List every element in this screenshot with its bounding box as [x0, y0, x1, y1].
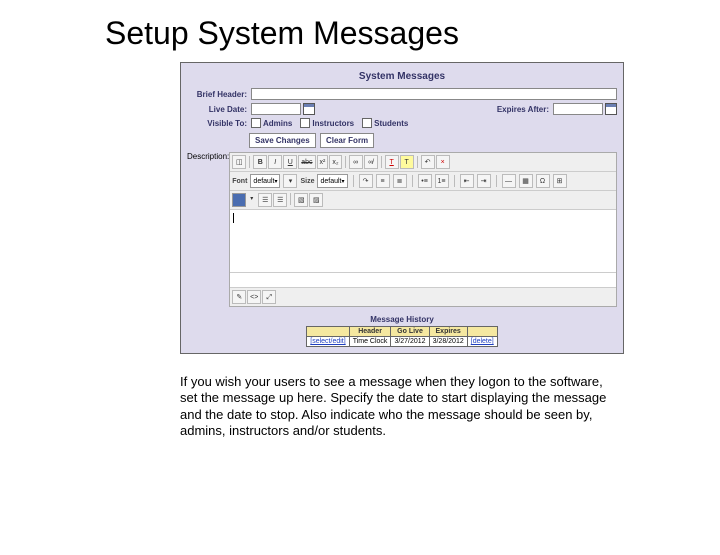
description-label: Description:	[187, 152, 229, 161]
symbol-button[interactable]: Ω	[536, 174, 550, 188]
outdent-button[interactable]: ⇤	[460, 174, 474, 188]
table-header-row: Header Go Live Expires	[307, 327, 497, 337]
calendar-icon[interactable]	[303, 103, 315, 115]
save-changes-button[interactable]: Save Changes	[249, 133, 316, 148]
cell-expires: 3/28/2012	[429, 337, 467, 347]
font-picker-icon[interactable]: ▾	[283, 174, 297, 188]
expand-icon[interactable]: ⤢	[262, 290, 276, 304]
instructors-label: Instructors	[312, 119, 354, 128]
separator	[353, 175, 354, 187]
rich-text-editor: ◫ B I U abc x² x₂ ∞ ∞̸ T T ↶ × Font de	[229, 152, 617, 307]
expires-after-label: Expires After:	[497, 105, 549, 114]
misc-button-1[interactable]: ▧	[294, 193, 308, 207]
visible-to-row: Visible To: Admins Instructors Students	[187, 118, 617, 128]
hr-button[interactable]: —	[502, 174, 516, 188]
undo-button[interactable]: ↶	[421, 155, 435, 169]
separator	[290, 193, 291, 205]
fill-color-button[interactable]: T	[400, 155, 414, 169]
underline-button[interactable]: U	[283, 155, 297, 169]
students-label: Students	[374, 119, 408, 128]
align-left-button[interactable]: ≡	[376, 174, 390, 188]
calendar-icon[interactable]	[605, 103, 617, 115]
separator	[345, 156, 346, 168]
message-history-title: Message History	[187, 315, 617, 324]
preview-icon[interactable]: ✎	[232, 290, 246, 304]
color-swatch[interactable]	[232, 193, 246, 207]
panel-header: System Messages	[187, 71, 617, 82]
strike-button[interactable]: abc	[298, 155, 315, 169]
misc-button-2[interactable]: ▨	[309, 193, 323, 207]
clear-form-button[interactable]: Clear Form	[320, 133, 374, 148]
separator	[412, 175, 413, 187]
col-header: Header	[349, 327, 391, 337]
subscript-button[interactable]: x₂	[329, 155, 341, 169]
col-go-live: Go Live	[391, 327, 429, 337]
image-button[interactable]: ▦	[519, 174, 533, 188]
editor-path-bar[interactable]	[230, 272, 616, 287]
admins-label: Admins	[263, 119, 292, 128]
rte-toolbar-2: Font default ▾ Size default ↷ ≡ ≣ •≡ 1≡ …	[230, 171, 616, 190]
slide-title: Setup System Messages	[105, 15, 720, 52]
rte-toolbar-3: ☰ ☰ ▧ ▨	[230, 190, 616, 209]
source-icon[interactable]: ◫	[232, 155, 246, 169]
message-history-table: Header Go Live Expires [select/edit] Tim…	[306, 326, 497, 347]
separator	[496, 175, 497, 187]
table-row: [select/edit] Time Clock 3/27/2012 3/28/…	[307, 337, 497, 347]
superscript-button[interactable]: x²	[317, 155, 329, 169]
brief-header-label: Brief Header:	[187, 90, 251, 99]
list-style2-button[interactable]: ☰	[273, 193, 287, 207]
bold-button[interactable]: B	[253, 155, 267, 169]
button-row: Save Changes Clear Form	[249, 133, 617, 148]
separator	[249, 156, 250, 168]
rte-toolbar-1: ◫ B I U abc x² x₂ ∞ ∞̸ T T ↶ ×	[230, 153, 616, 171]
delete-link[interactable]: [delete]	[467, 337, 497, 347]
table-button[interactable]: ⊞	[553, 174, 567, 188]
instructors-checkbox[interactable]	[300, 118, 310, 128]
size-select[interactable]: default	[317, 174, 347, 188]
font-select[interactable]: default	[250, 174, 280, 188]
editor-body[interactable]	[230, 209, 616, 272]
admins-checkbox[interactable]	[251, 118, 261, 128]
col-expires: Expires	[429, 327, 467, 337]
students-checkbox[interactable]	[362, 118, 372, 128]
html-icon[interactable]: <>	[247, 290, 261, 304]
live-date-label: Live Date:	[187, 105, 251, 114]
explanation-text: If you wish your users to see a message …	[180, 374, 620, 439]
visible-to-label: Visible To:	[187, 119, 251, 128]
align-center-button[interactable]: ≣	[393, 174, 407, 188]
col-blank	[307, 327, 349, 337]
col-blank2	[467, 327, 497, 337]
list-style-button[interactable]: ☰	[258, 193, 272, 207]
expires-group: Expires After:	[497, 103, 617, 115]
redo-button[interactable]: ↷	[359, 174, 373, 188]
cell-header: Time Clock	[349, 337, 391, 347]
separator	[381, 156, 382, 168]
separator	[454, 175, 455, 187]
select-edit-link[interactable]: [select/edit]	[307, 337, 349, 347]
text-color-button[interactable]: T	[385, 155, 399, 169]
indent-button[interactable]: ⇥	[477, 174, 491, 188]
rte-footer: ✎ <> ⤢	[230, 287, 616, 306]
clear-format-button[interactable]: ×	[436, 155, 450, 169]
cell-go-live: 3/27/2012	[391, 337, 429, 347]
text-cursor	[233, 213, 234, 223]
unlink-button[interactable]: ∞̸	[364, 155, 378, 169]
link-button[interactable]: ∞	[349, 155, 363, 169]
system-messages-panel: System Messages Brief Header: Live Date:…	[180, 62, 624, 354]
size-label: Size	[300, 178, 314, 185]
font-label: Font	[232, 178, 247, 185]
numbered-list-button[interactable]: 1≡	[435, 174, 449, 188]
expires-after-input[interactable]	[553, 103, 603, 115]
brief-header-input[interactable]	[251, 88, 617, 100]
live-date-input[interactable]	[251, 103, 301, 115]
separator	[417, 156, 418, 168]
dates-row: Live Date: Expires After:	[187, 103, 617, 115]
bullet-list-button[interactable]: •≡	[418, 174, 432, 188]
italic-button[interactable]: I	[268, 155, 282, 169]
brief-header-row: Brief Header:	[187, 88, 617, 100]
description-row: Description: ◫ B I U abc x² x₂ ∞ ∞̸ T T …	[187, 152, 617, 307]
